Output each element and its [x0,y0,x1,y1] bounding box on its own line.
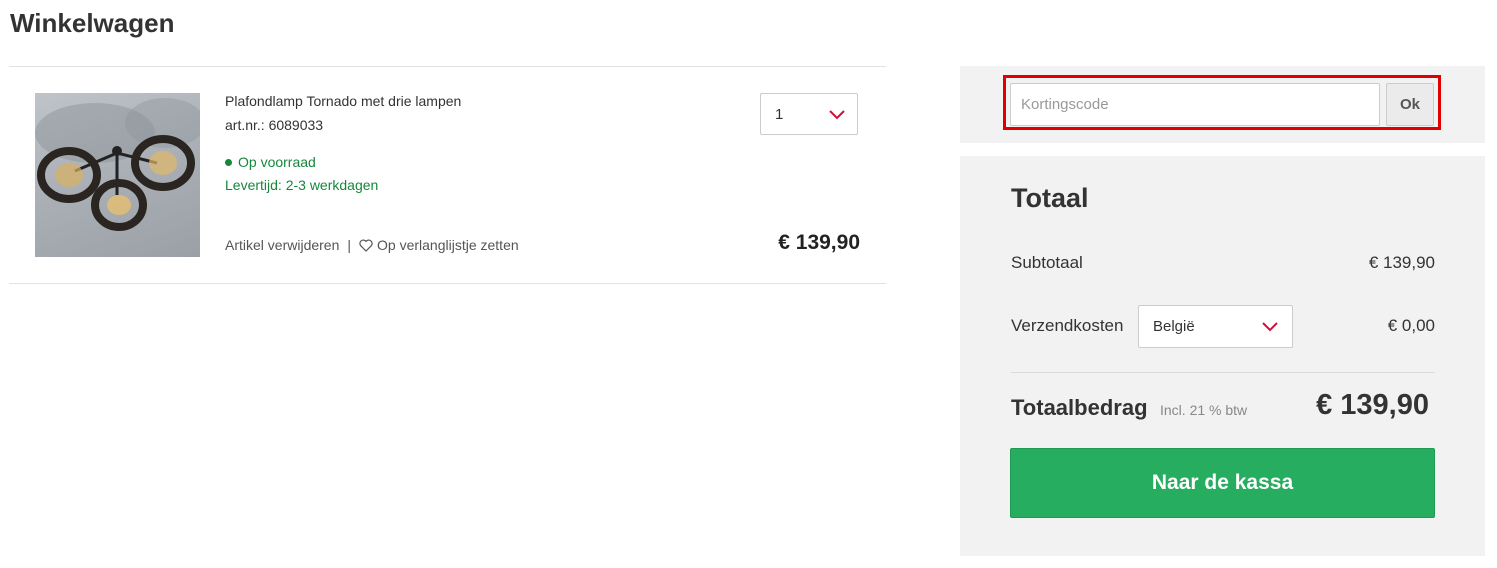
subtotal-label: Subtotaal [1011,253,1083,272]
shipping-value: € 0,00 [1387,316,1435,335]
product-name[interactable]: Plafondlamp Tornado met drie lampen [225,93,461,109]
shipping-country-select[interactable]: België [1138,305,1293,348]
item-price: € 139,90 [778,231,860,254]
product-image[interactable] [35,93,200,257]
cart-item: Plafondlamp Tornado met drie lampen art.… [9,66,886,284]
vat-note: Incl. 21 % btw [1160,402,1248,418]
totals-title: Totaal [1011,183,1089,213]
stock-label: Op voorraad [238,154,316,170]
grand-total-value: € 139,90 [1316,389,1429,421]
wishlist-link[interactable]: Op verlanglijstje zetten [359,237,519,253]
shipping-country-value: België [1153,318,1195,335]
stock-dot-icon [225,158,232,166]
quantity-value: 1 [775,106,784,123]
coupon-input[interactable] [1010,83,1380,126]
delivery-time: Levertijd: 2-3 werkdagen [225,177,379,193]
checkout-button[interactable]: Naar de kassa [1010,448,1435,518]
chevron-down-icon [1262,322,1278,332]
quantity-select[interactable]: 1 [760,93,858,135]
stock-status: Op voorraad [225,154,316,170]
product-sku: art.nr.: 6089033 [225,117,324,133]
coupon-panel: Ok [960,66,1485,143]
grand-total-label: Totaalbedrag [1011,395,1148,420]
item-actions: Artikel verwijderen | Op verlanglijstje … [225,237,519,253]
chevron-down-icon [829,110,845,120]
heart-icon [359,238,373,252]
shipping-label: Verzendkosten [1011,316,1124,335]
subtotal-value: € 139,90 [1368,253,1435,272]
page-title: Winkelwagen [10,8,175,38]
wishlist-label: Op verlanglijstje zetten [377,237,519,253]
action-separator: | [347,237,352,253]
totals-panel: Totaal Subtotaal € 139,90 Verzendkosten … [960,156,1485,556]
remove-item-link[interactable]: Artikel verwijderen [225,237,339,253]
ceiling-lamp-image [35,98,200,231]
totals-divider [1011,372,1435,373]
coupon-submit-button[interactable]: Ok [1386,83,1434,126]
